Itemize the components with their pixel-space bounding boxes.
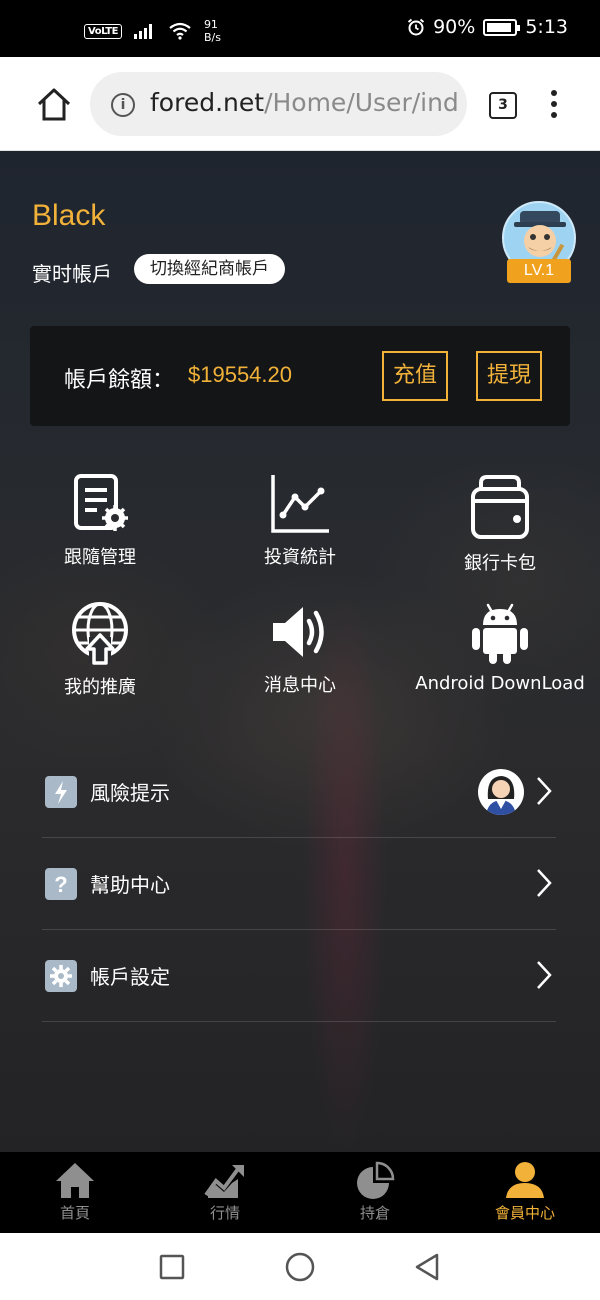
grid-message-center[interactable]: 消息中心	[200, 601, 400, 697]
menu-row-risk-warning[interactable]: 風險提示	[42, 746, 556, 838]
investment-statistics-icon	[271, 475, 329, 533]
level-badge: LV.1	[507, 259, 571, 283]
network-speed: 91 B/s	[204, 18, 221, 44]
url-text[interactable]: fored.net/Home/User/ind	[150, 88, 459, 117]
browser-toolbar: i fored.net/Home/User/ind 3	[0, 57, 600, 151]
tab-market[interactable]: 行情	[150, 1152, 300, 1233]
tab-switcher-button[interactable]: 3	[489, 92, 517, 119]
network-speed-unit: B/s	[203, 31, 221, 44]
menu-row-help-center[interactable]: ? 幫助中心	[42, 838, 556, 930]
menu-label-help: 幫助中心	[90, 873, 170, 897]
chevron-right-icon	[537, 869, 552, 897]
bottom-tab-bar: 首頁 行情 持倉 會員中心	[0, 1152, 600, 1233]
grid-label-statistics: 投資統計	[264, 547, 336, 568]
account-type: 實时帳戶	[32, 262, 112, 286]
support-agent-avatar[interactable]	[478, 769, 524, 815]
url-path: /Home/User/ind	[264, 88, 459, 117]
withdraw-button[interactable]: 提現	[476, 351, 542, 401]
switch-broker-button[interactable]: 切換經紀商帳戶	[134, 254, 285, 284]
wifi-icon	[169, 22, 191, 40]
tab-positions[interactable]: 持倉	[300, 1152, 450, 1233]
grid-investment-statistics[interactable]: 投資統計	[200, 473, 400, 569]
network-speed-value: 91	[203, 18, 218, 31]
alarm-icon	[408, 18, 425, 36]
pie-chart-icon	[357, 1161, 395, 1199]
grid-label-promotion: 我的推廣	[64, 677, 136, 698]
balance-value: $19554.20	[188, 362, 292, 387]
url-domain: fored.net	[150, 88, 265, 117]
tab-label-market: 行情	[209, 1204, 240, 1222]
system-navigation-bar	[0, 1233, 600, 1300]
info-icon[interactable]: i	[111, 93, 135, 117]
address-bar[interactable]: i fored.net/Home/User/ind	[90, 72, 467, 136]
tab-label-member: 會員中心	[494, 1204, 555, 1222]
grid-promotion[interactable]: 我的推廣	[0, 601, 200, 699]
follow-management-icon	[74, 474, 128, 531]
battery-percent: 90%	[433, 16, 476, 38]
grid-android-download[interactable]: Android DownLoad	[400, 601, 600, 694]
android-icon	[472, 603, 528, 664]
browser-home-icon[interactable]	[34, 86, 74, 122]
home-circle-icon[interactable]	[285, 1252, 315, 1282]
member-center-page: Black 實时帳戶 切換經紀商帳戶 LV.1 帳戶餘額： $19554.20 …	[0, 151, 600, 1152]
market-chart-icon	[204, 1165, 244, 1198]
grid-label-android: Android DownLoad	[415, 673, 585, 694]
menu-label-settings: 帳戶設定	[90, 965, 170, 989]
chevron-right-icon	[537, 961, 552, 989]
question-icon: ?	[45, 868, 77, 900]
tab-home[interactable]: 首頁	[0, 1152, 150, 1233]
speaker-icon	[273, 607, 324, 657]
status-bar: VoLTE 91 B/s 90% 5:13	[0, 0, 600, 57]
signal-icon	[133, 24, 152, 39]
lightning-icon	[45, 776, 77, 808]
gear-icon	[45, 960, 77, 992]
member-icon	[506, 1162, 544, 1198]
deposit-button[interactable]: 充值	[382, 351, 448, 401]
user-name: Black	[32, 199, 106, 232]
tab-label-home: 首頁	[59, 1204, 90, 1222]
balance-card: 帳戶餘額： $19554.20 充值 提現	[30, 326, 570, 426]
menu-row-account-settings[interactable]: 帳戶設定	[42, 930, 556, 1022]
recent-apps-icon[interactable]	[159, 1254, 185, 1280]
menu-label-risk: 風險提示	[90, 781, 170, 805]
grid-label-wallet: 銀行卡包	[464, 553, 536, 574]
grid-follow-management[interactable]: 跟隨管理	[0, 473, 200, 569]
volte-indicator: VoLTE	[84, 23, 122, 39]
grid-wallet[interactable]: 銀行卡包	[400, 473, 600, 575]
tab-label-positions: 持倉	[359, 1204, 390, 1222]
battery-icon	[483, 18, 521, 36]
grid-label-messages: 消息中心	[264, 675, 336, 696]
back-icon[interactable]	[413, 1252, 441, 1282]
svg-text:?: ?	[54, 872, 67, 897]
clock: 5:13	[525, 16, 568, 38]
grid-label-follow: 跟隨管理	[64, 547, 136, 568]
balance-label: 帳戶餘額：	[64, 368, 175, 393]
browser-menu-icon[interactable]	[548, 90, 560, 122]
globe-share-icon	[72, 602, 128, 665]
tab-member-center[interactable]: 會員中心	[450, 1152, 600, 1233]
wallet-icon	[471, 475, 529, 539]
home-icon	[56, 1163, 94, 1198]
chevron-right-icon	[537, 777, 552, 805]
